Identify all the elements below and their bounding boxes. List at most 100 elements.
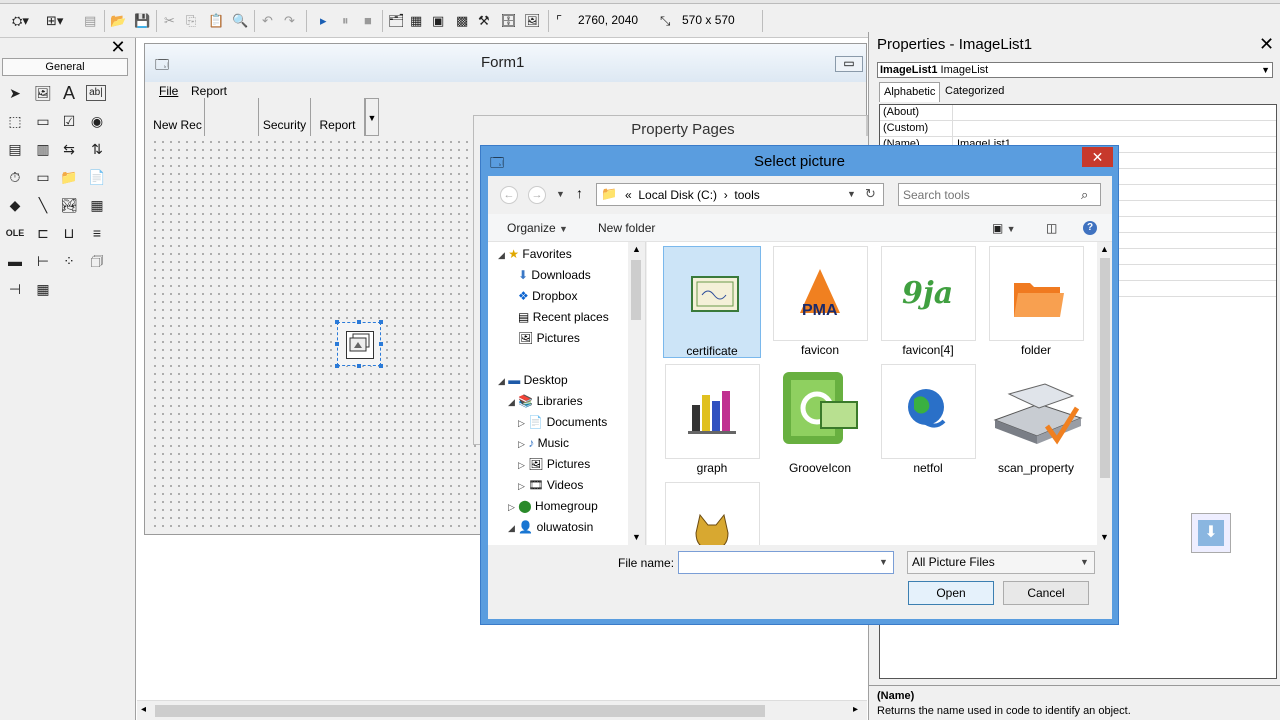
save-icon[interactable]: 💾 [134,11,150,31]
drivelistbox-icon[interactable]: ▭ [32,166,54,188]
help-icon[interactable]: ? [1083,221,1097,235]
move-down-button[interactable]: ⬇ [1191,513,1231,553]
select-picture-dialog[interactable]: 🗔 Select picture ✕ ← → ▼ ↑ 📁 « Local Dis… [480,145,1119,625]
textbox-icon[interactable]: ab| [86,85,106,101]
combobox-icon[interactable]: ▤ [4,138,26,160]
optionbutton-icon[interactable]: ◉ [86,110,108,132]
ole-icon[interactable]: OLE [4,222,26,244]
report-dropdown-icon[interactable]: ▼ [365,98,379,136]
search-icon[interactable]: ⌕ [1081,187,1088,203]
chevron-down-icon[interactable]: ▼ [847,189,856,199]
find-icon[interactable]: 🔍 [232,11,248,31]
vscrollbar-icon[interactable]: ⇅ [86,138,108,160]
checkbox-icon[interactable]: ☑ [58,110,80,132]
resize-handle[interactable] [379,320,383,324]
nav-homegroup[interactable]: ▷ ⬤ Homegroup [508,496,598,516]
open-button[interactable]: Open [908,581,994,605]
file-item[interactable]: scan_property [987,364,1085,476]
dirlistbox-icon[interactable]: 📁 [58,166,80,188]
resize-handle[interactable] [379,342,383,346]
menu-report[interactable]: Report [191,84,227,98]
toolbar-control-icon[interactable]: ⊔ [58,222,80,244]
file-item[interactable]: certificate [663,246,761,358]
nav-recent-places[interactable]: ▤ Recent places [518,307,609,327]
statusbar-icon[interactable]: ≡ [86,222,108,244]
nav-scrollbar[interactable]: ▲ ▼ [628,242,645,545]
nav-downloads[interactable]: ⬇ Downloads [518,265,591,285]
chevron-down-icon[interactable]: ▼ [1080,552,1089,573]
tab-categorized[interactable]: Categorized [941,82,1008,102]
nav-music[interactable]: ▷ ♪ Music [518,433,569,453]
timer-icon[interactable]: ⏱ [4,166,26,188]
blank-button[interactable] [205,98,259,136]
treeview-icon[interactable]: ⊢ [32,250,54,272]
dialog-titlebar[interactable]: 🗔 Select picture ✕ [481,146,1118,176]
forward-arrow-icon[interactable]: → [528,186,546,204]
resize-handle[interactable] [335,320,339,324]
imagecombo-icon[interactable]: ▦ [32,278,54,300]
hscrollbar-icon[interactable]: ⇆ [58,138,80,160]
file-item[interactable]: 9ja favicon[4] [879,246,977,358]
back-arrow-icon[interactable]: ← [500,186,518,204]
newrec-button[interactable]: New Rec [151,98,205,136]
property-row[interactable]: (About) [880,105,1276,121]
toolbox-close-button[interactable]: ✕ [108,38,128,56]
resize-handle[interactable] [357,364,361,368]
properties-window-icon[interactable]: ▦ [410,11,422,31]
resize-handle[interactable] [335,342,339,346]
label-icon[interactable]: A [58,82,80,104]
object-selector[interactable]: ImageList1 ImageList ▼ [877,62,1273,78]
up-arrow-icon[interactable]: ↑ [576,185,583,201]
tab-alphabetic[interactable]: Alphabetic [879,82,941,102]
scroll-thumb[interactable] [631,260,641,320]
listview-icon[interactable]: ⁘ [58,250,80,272]
picturebox-icon[interactable]: 🖼 [32,82,54,104]
address-bar[interactable]: 📁 « Local Disk (C:) › tools ▼ ↻ [596,183,884,206]
properties-close-button[interactable]: ✕ [1259,34,1274,55]
redo-icon[interactable]: ↷ [284,11,295,31]
commandbutton-icon[interactable]: ▭ [32,110,54,132]
object-browser-icon[interactable]: ▩ [456,11,468,31]
scroll-up-icon[interactable]: ▲ [1100,244,1109,254]
nav-videos[interactable]: ▷ 🎞 Videos [518,475,583,495]
file-item[interactable]: folder [987,246,1085,358]
search-box[interactable]: ⌕ [898,183,1101,206]
form1-titlebar[interactable]: 🗔 Form1 ▭ [145,44,866,82]
add-project-icon[interactable]: ⛭▾ [12,11,29,31]
refresh-icon[interactable]: ↻ [865,186,876,202]
break-icon[interactable]: ⏸ [342,11,349,31]
property-value[interactable] [952,121,957,137]
scroll-left-icon[interactable]: ◂ [141,704,146,715]
security-button[interactable]: Security [259,98,311,136]
property-value[interactable] [952,105,957,121]
open-icon[interactable]: 📂 [110,11,126,31]
scroll-thumb[interactable] [1100,258,1110,478]
nav-documents[interactable]: ▷ 📄 Documents [518,412,607,432]
file-item[interactable]: GrooveIcon [771,364,869,476]
report-button[interactable]: Report [311,98,365,136]
design-hscrollbar[interactable]: ◂ ▸ [137,700,867,720]
imagelist-control[interactable] [335,320,383,368]
organize-button[interactable]: Organize ▼ [507,221,568,235]
scroll-down-icon[interactable]: ▼ [1100,532,1109,542]
file-item[interactable] [663,482,761,545]
scroll-down-icon[interactable]: ▼ [632,532,641,542]
frame-icon[interactable]: ⬚ [4,110,26,132]
dialog-close-button[interactable]: ✕ [1082,147,1113,167]
file-name-input[interactable] [682,555,872,571]
imagelist-icon[interactable]: 🗇 [86,250,108,272]
pointer-icon[interactable]: ➤ [4,82,26,104]
form-layout-icon[interactable]: ▣ [432,11,444,31]
shape-icon[interactable]: ◆ [4,194,26,216]
nav-libraries[interactable]: ◢ 📚 Libraries [508,391,583,411]
file-type-select[interactable]: All Picture Files ▼ [907,551,1095,574]
property-row[interactable]: (Custom) [880,121,1276,137]
project-explorer-icon[interactable]: 🗂 [388,11,405,31]
address-drive[interactable]: Local Disk (C:) [638,188,717,202]
nav-pictures-library[interactable]: ▷ 🖼 Pictures [518,454,590,474]
resize-handle[interactable] [379,364,383,368]
filelistbox-icon[interactable]: 📄 [86,166,108,188]
nav-pictures[interactable]: 🖼 Pictures [518,328,580,348]
tabstrip-icon[interactable]: ⊏ [32,222,54,244]
listbox-icon[interactable]: ▥ [32,138,54,160]
